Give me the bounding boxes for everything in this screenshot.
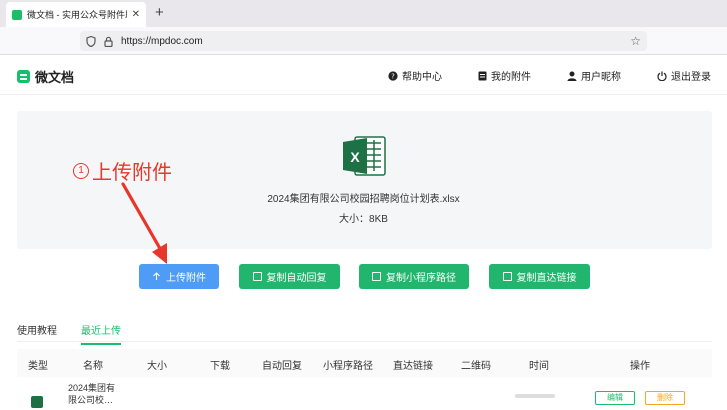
copy-auto-reply-button[interactable]: 复制自动回复 bbox=[239, 264, 340, 289]
copy-direct-link-label: 复制直达链接 bbox=[516, 273, 577, 284]
file-name: 2024集团有限公司校园招聘岗位计划表.xlsx bbox=[267, 194, 460, 205]
help-icon: ? bbox=[388, 70, 398, 81]
lock-icon bbox=[104, 36, 113, 47]
row-file-name[interactable]: 2024集团有 限公司校… bbox=[68, 382, 115, 406]
col-type: 类型 bbox=[28, 361, 48, 372]
copy-mini-program-path-button[interactable]: 复制小程序路径 bbox=[359, 264, 469, 289]
copy-direct-link-button[interactable]: 复制直达链接 bbox=[489, 264, 590, 289]
row-time-placeholder bbox=[515, 394, 555, 398]
table-header: 类型 名称 大小 下载 自动回复 小程序路径 直达链接 二维码 时间 操作 bbox=[17, 349, 712, 377]
url-text: https://mpdoc.com bbox=[121, 35, 203, 47]
copy-icon bbox=[372, 272, 381, 281]
close-tab-icon[interactable]: ✕ bbox=[132, 9, 140, 20]
logo-icon bbox=[17, 70, 30, 83]
tab-title: 微文档 - 实用公众号附件助手,… bbox=[27, 10, 127, 20]
address-bar[interactable]: https://mpdoc.com ☆ bbox=[80, 31, 647, 51]
col-qrcode: 二维码 bbox=[461, 361, 491, 372]
col-auto-reply: 自动回复 bbox=[262, 361, 302, 372]
annotation-arrow-icon bbox=[121, 182, 167, 264]
nav-logout-label: 退出登录 bbox=[671, 72, 711, 83]
nav-my-files[interactable]: 我的附件 bbox=[478, 68, 531, 83]
copy-icon bbox=[252, 272, 262, 281]
col-time: 时间 bbox=[529, 361, 549, 372]
logo[interactable]: 微文档 bbox=[17, 67, 74, 86]
browser-tab[interactable]: 微文档 - 实用公众号附件助手,… ✕ bbox=[6, 2, 146, 27]
excel-file-icon bbox=[31, 396, 43, 408]
copy-mini-program-path-label: 复制小程序路径 bbox=[386, 273, 456, 284]
file-size: 大小：8KB bbox=[339, 214, 388, 225]
app-header: 微文档 ? 帮助中心 我的附件 用户昵称 退出登录 bbox=[0, 55, 727, 95]
shield-icon bbox=[86, 35, 96, 47]
annotation-number: 1 bbox=[73, 162, 89, 179]
upload-icon bbox=[153, 272, 160, 280]
upload-button[interactable]: 上传附件 bbox=[139, 264, 219, 289]
col-mini-path: 小程序路径 bbox=[323, 361, 373, 372]
col-name: 名称 bbox=[83, 361, 103, 372]
bookmark-star-icon[interactable]: ☆ bbox=[630, 34, 641, 48]
table-row: 2024集团有 限公司校… 编辑 删除 bbox=[17, 380, 712, 410]
delete-button[interactable]: 删除 bbox=[645, 391, 685, 405]
new-tab-icon[interactable]: + bbox=[155, 4, 164, 21]
document-icon bbox=[478, 71, 487, 80]
power-icon bbox=[657, 71, 667, 81]
copy-auto-reply-label: 复制自动回复 bbox=[266, 273, 327, 284]
col-size: 大小 bbox=[147, 361, 167, 372]
svg-text:?: ? bbox=[391, 72, 395, 80]
favicon-icon bbox=[12, 9, 22, 20]
nav-my-files-label: 我的附件 bbox=[491, 72, 531, 83]
nav-user[interactable]: 用户昵称 bbox=[567, 68, 621, 83]
col-actions: 操作 bbox=[630, 361, 650, 372]
nav-logout[interactable]: 退出登录 bbox=[657, 68, 711, 83]
edit-button[interactable]: 编辑 bbox=[595, 391, 635, 405]
tabs-divider bbox=[17, 341, 712, 342]
header-nav: ? 帮助中心 我的附件 用户昵称 退出登录 bbox=[388, 68, 711, 83]
copy-icon bbox=[502, 272, 512, 281]
upload-button-label: 上传附件 bbox=[166, 273, 206, 284]
logo-text: 微文档 bbox=[35, 70, 75, 85]
browser-tab-bar: 微文档 - 实用公众号附件助手,… ✕ + bbox=[0, 0, 727, 27]
nav-user-label: 用户昵称 bbox=[581, 72, 621, 83]
excel-file-icon: X bbox=[343, 136, 386, 176]
svg-text:X: X bbox=[350, 149, 360, 165]
col-download: 下载 bbox=[210, 361, 230, 372]
nav-help[interactable]: ? 帮助中心 bbox=[388, 68, 442, 83]
address-bar-area: https://mpdoc.com ☆ bbox=[0, 27, 727, 55]
nav-help-label: 帮助中心 bbox=[402, 72, 442, 83]
user-icon bbox=[567, 71, 577, 81]
col-direct-link: 直达链接 bbox=[393, 361, 433, 372]
